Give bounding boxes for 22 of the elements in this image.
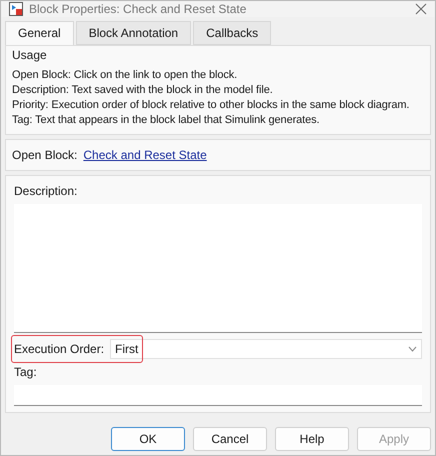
dialog-button[interactable]: Help bbox=[275, 427, 349, 451]
dialog-button[interactable]: Cancel bbox=[193, 427, 267, 451]
usage-text: Description: Text saved with the block in the model file. bbox=[12, 83, 274, 98]
tab[interactable]: Callbacks bbox=[193, 21, 272, 45]
group-title: Usage bbox=[12, 48, 48, 62]
chevron-down-icon bbox=[408, 346, 417, 352]
open-block-label: Open Block: bbox=[12, 148, 78, 162]
usage-text: Open Block: Click on the link to open the block. bbox=[12, 68, 238, 83]
description-label: Description: bbox=[14, 184, 78, 198]
window-title: Block Properties: Check and Reset State bbox=[29, 2, 248, 16]
block-link[interactable]: Check and Reset State bbox=[83, 148, 207, 162]
close-icon[interactable] bbox=[415, 3, 427, 15]
description-field[interactable] bbox=[14, 204, 422, 333]
dialog-button[interactable]: OK bbox=[111, 427, 185, 451]
tag-field[interactable] bbox=[14, 385, 422, 406]
execution-order-label: Execution Order: bbox=[14, 342, 104, 356]
usage-text: Priority: Execution order of block relative to other blocks in the same block diagram. bbox=[12, 98, 410, 113]
tab[interactable]: General bbox=[5, 21, 74, 45]
tab[interactable]: Block Annotation bbox=[76, 21, 192, 45]
usage-text: Tag: Text that appears in the block label that Simulink generates. bbox=[12, 113, 320, 128]
execution-order-dropdown[interactable]: First bbox=[110, 339, 422, 359]
tag-label: Tag: bbox=[14, 365, 38, 379]
